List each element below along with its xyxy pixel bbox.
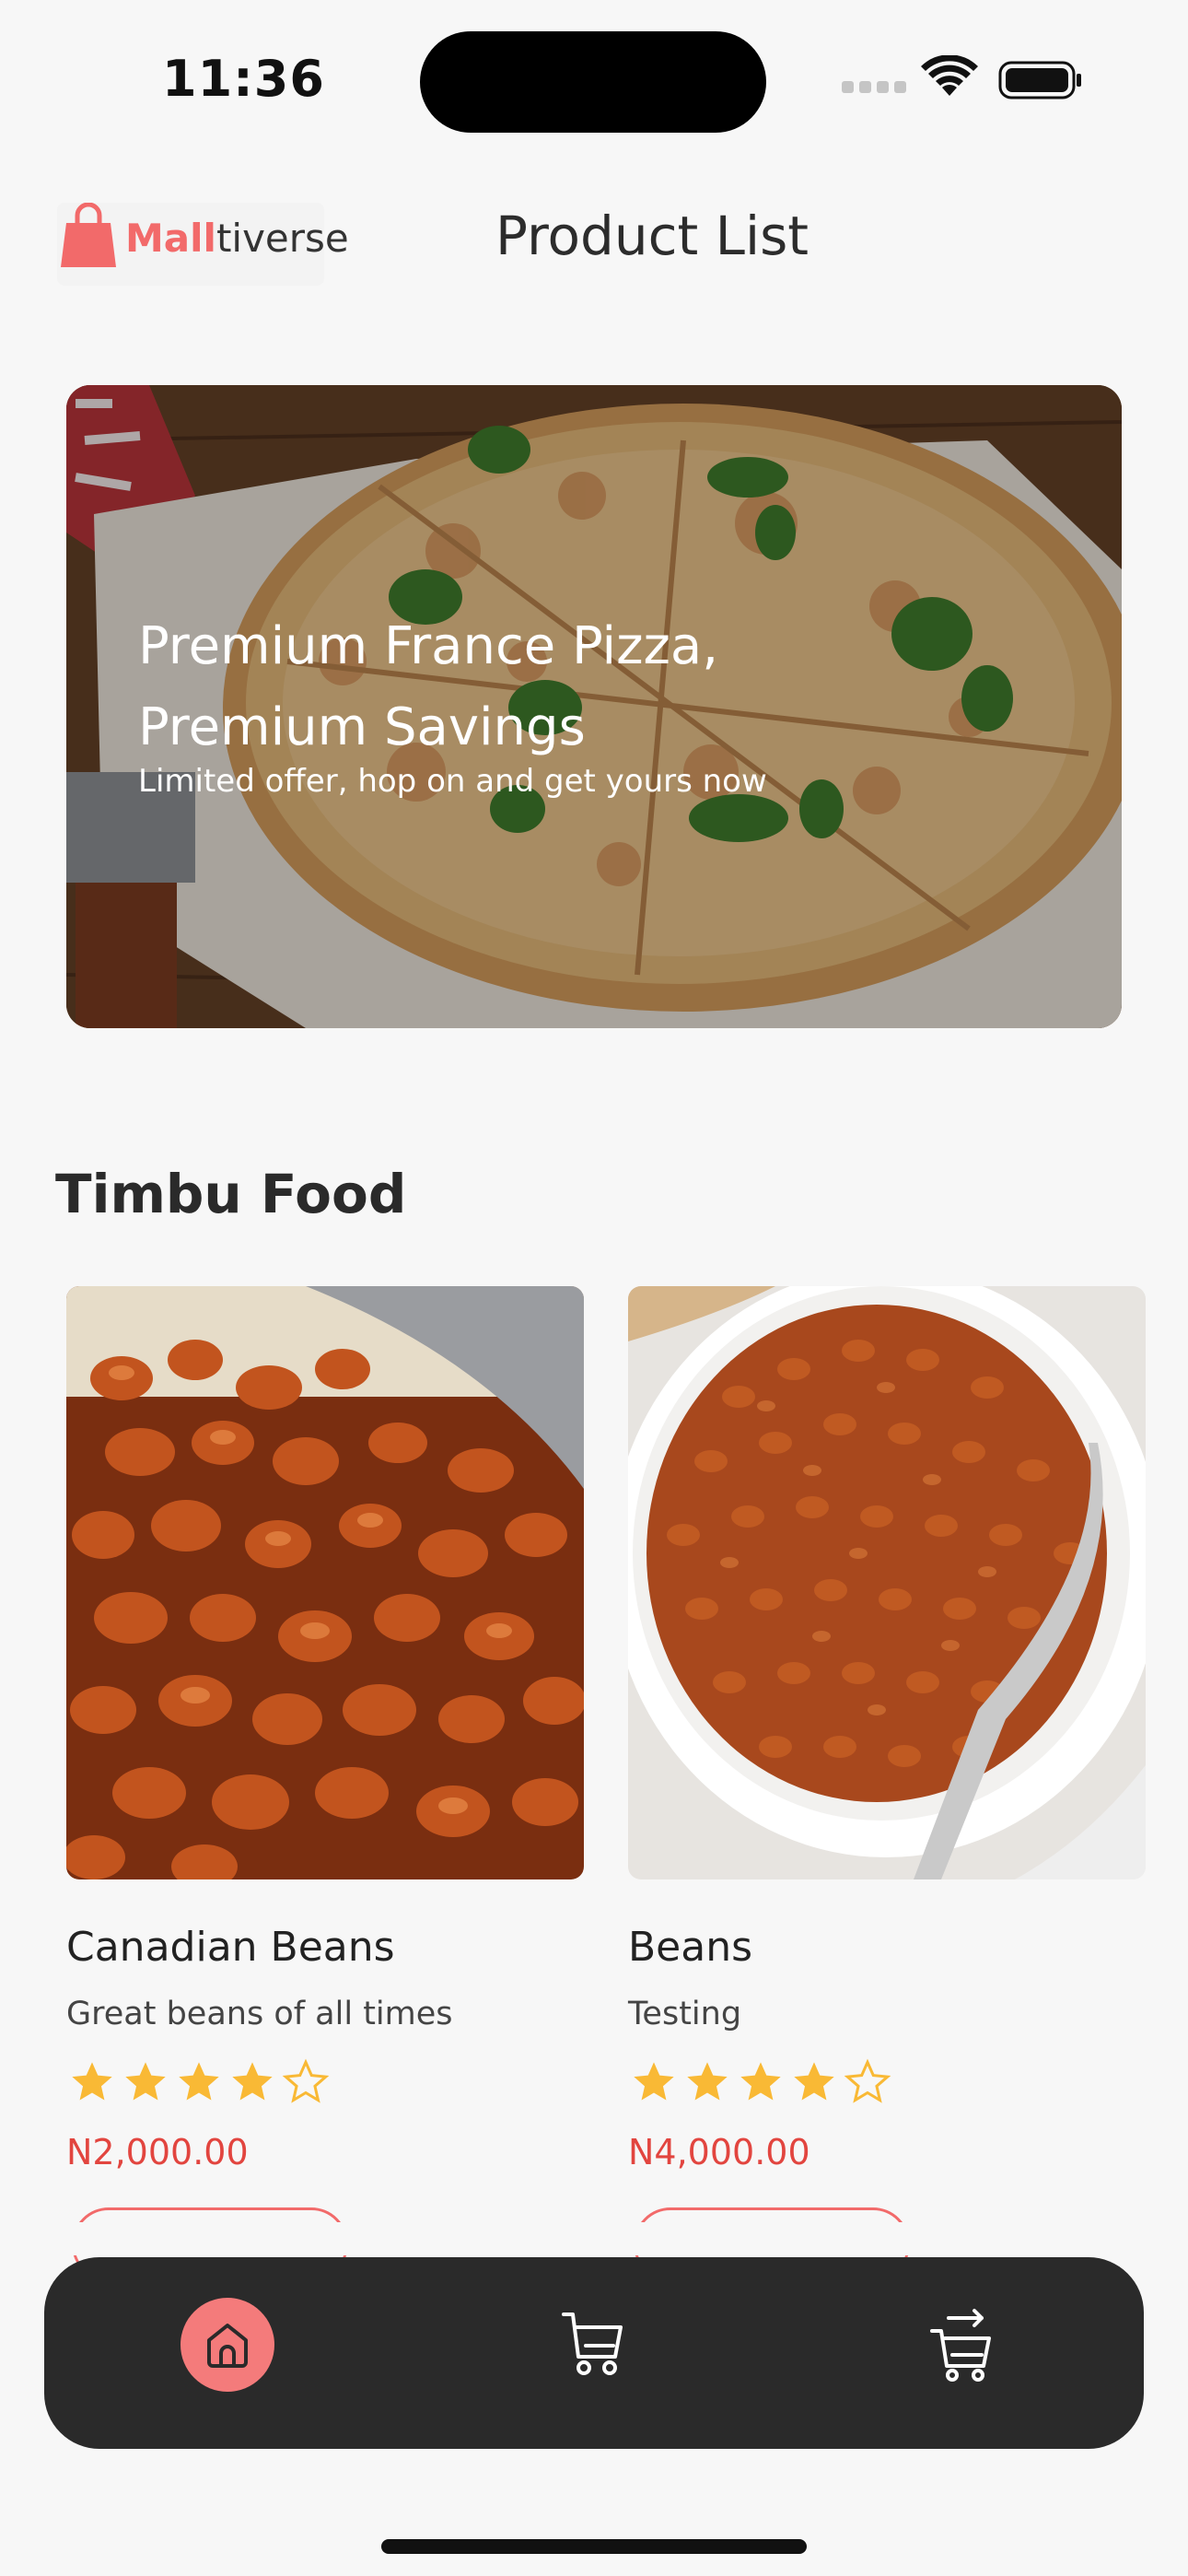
star-filled-icon (232, 2062, 273, 2101)
checkout-cart-icon[interactable] (928, 2305, 995, 2383)
product-name: Beans (628, 1924, 753, 1971)
dynamic-island (420, 31, 766, 133)
star-empty-icon (282, 2058, 330, 2103)
cellular-signal-icon (842, 81, 908, 94)
star-filled-icon (179, 2062, 219, 2101)
promo-banner[interactable]: Premium France Pizza, Premium Savings Li… (66, 385, 1122, 1028)
page-title: Product List (495, 205, 809, 267)
product-price: N4,000.00 (628, 2132, 810, 2172)
product-description: Testing (628, 1996, 742, 2032)
home-icon (207, 2324, 248, 2368)
product-image[interactable] (628, 1286, 1146, 1879)
banner-title: Premium France Pizza, Premium Savings (138, 616, 718, 757)
section-title: Timbu Food (55, 1163, 407, 1225)
star-filled-icon (740, 2062, 781, 2101)
star-filled-icon (687, 2062, 728, 2101)
product-image[interactable] (66, 1286, 584, 1879)
star-filled-icon (125, 2062, 166, 2101)
banner-subtitle: Limited offer, hop on and get yours now (138, 763, 767, 800)
product-description: Great beans of all times (66, 1996, 453, 2032)
logo-brand-tiverse: tiverse (215, 216, 349, 261)
star-empty-icon (844, 2058, 891, 2103)
nav-home-button[interactable] (181, 2298, 274, 2392)
logo-brand-mall: Mall (125, 216, 216, 261)
star-filled-icon (794, 2062, 834, 2101)
battery-icon (998, 61, 1081, 100)
wifi-icon (921, 55, 978, 96)
cart-icon[interactable] (560, 2309, 626, 2379)
app-logo[interactable]: Malltiverse (57, 203, 349, 286)
list-clip-edge (0, 2222, 1188, 2255)
shopping-bag-icon (61, 203, 116, 267)
beans-image-1 (66, 1286, 584, 1879)
logo-text: Malltiverse (125, 216, 349, 261)
beans-image-2 (628, 1286, 1146, 1879)
product-name: Canadian Beans (66, 1924, 395, 1971)
product-price: N2,000.00 (66, 2132, 249, 2172)
status-time: 11:36 (162, 50, 325, 108)
star-filled-icon (72, 2062, 112, 2101)
home-indicator (381, 2539, 807, 2554)
star-filled-icon (634, 2062, 674, 2101)
bottom-navigation (44, 2257, 1144, 2449)
